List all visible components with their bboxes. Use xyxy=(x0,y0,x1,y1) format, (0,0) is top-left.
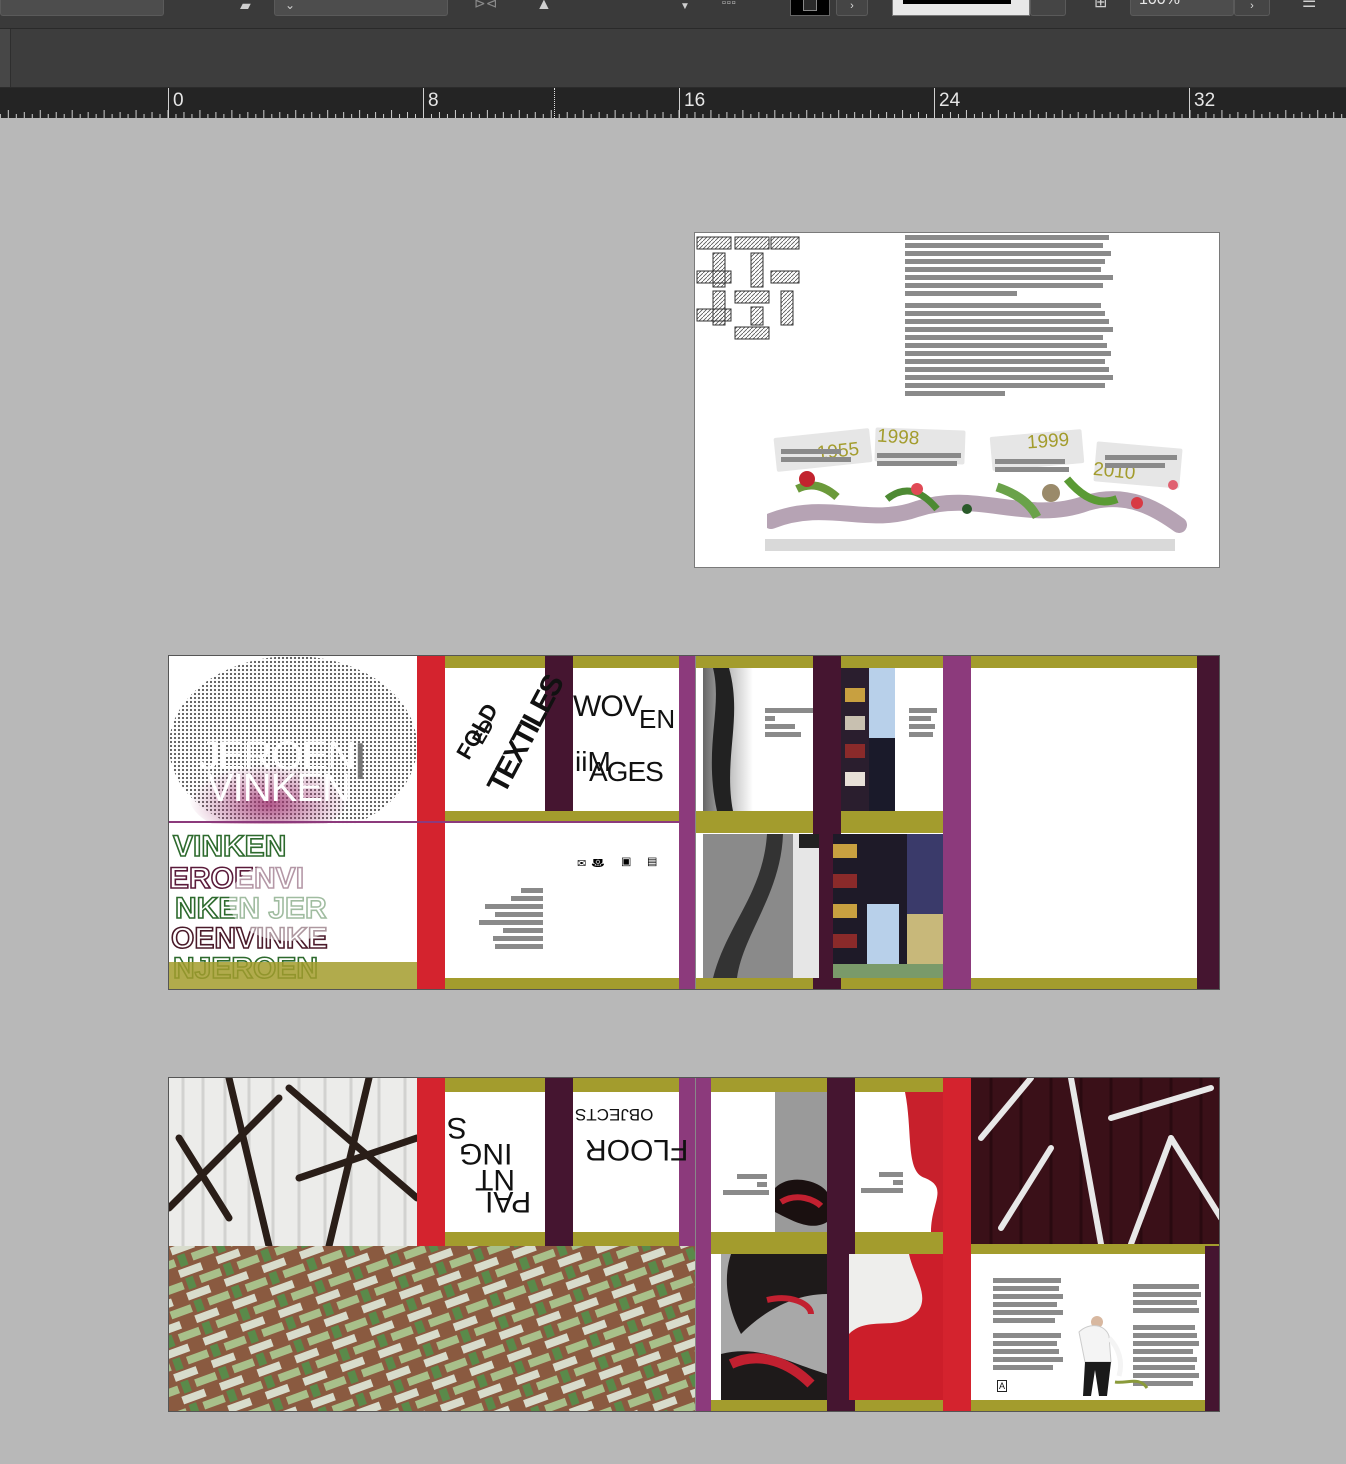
ruler-label-0: 0 xyxy=(173,90,184,111)
year-label: 1999 xyxy=(1026,429,1070,454)
web-icon: ▤ xyxy=(647,856,658,868)
olive-band xyxy=(445,978,695,989)
plum-band xyxy=(1205,1246,1219,1411)
ruler-major-tick xyxy=(679,88,680,118)
text-block-placeholder xyxy=(905,303,1115,399)
zoom-value: 100% xyxy=(1139,0,1180,9)
arrow-down-icon[interactable]: ▼ xyxy=(680,0,690,14)
plum-band xyxy=(545,1078,573,1246)
swatch-menu-button[interactable]: › xyxy=(836,0,868,16)
ruler-label-24: 24 xyxy=(939,90,961,111)
document-tab-bar xyxy=(0,29,1346,88)
ruler-label-32: 32 xyxy=(1194,90,1216,111)
title-woven-en: EN xyxy=(639,704,676,734)
red-band xyxy=(417,656,445,989)
text-block-placeholder xyxy=(905,235,1115,299)
red-band xyxy=(943,1078,971,1411)
curtain-photo xyxy=(169,1078,417,1246)
title-paintings-pai: PAI xyxy=(485,1185,532,1218)
shear-icon[interactable]: ▰ xyxy=(240,0,251,12)
logo-mark: A xyxy=(997,1380,1008,1392)
magenta-band xyxy=(695,1078,711,1411)
spine-line xyxy=(695,1078,696,1411)
panel-blank xyxy=(971,668,1197,978)
panel-rug-photo xyxy=(721,1254,827,1400)
cover-title-line2: VINKEN xyxy=(207,766,351,810)
title-woven: WOV xyxy=(573,690,643,723)
upside-down-icons: ✉ ☎ ▣ ▤ xyxy=(577,852,669,872)
artist-photo xyxy=(1078,1316,1149,1396)
title-objects: OBJECTS xyxy=(575,1105,654,1124)
ruler-label-16: 16 xyxy=(684,90,706,111)
branch-collage-image xyxy=(767,471,1187,533)
control-panel-toolbar: ▰ ⌄ ⊳⊲ ▲ ▼ ▫▫▫ › ⊞ 100% › ☰ xyxy=(0,0,1346,29)
stroke-weight-preview[interactable] xyxy=(892,0,1030,16)
bio-text-placeholder xyxy=(993,1278,1063,1373)
red-band xyxy=(417,1078,445,1246)
magenta-band xyxy=(943,656,971,989)
spine-line xyxy=(695,656,696,989)
weave-pattern-image xyxy=(695,233,803,345)
red-painting-photo xyxy=(905,1092,943,1232)
zoom-menu-button[interactable]: › xyxy=(1234,0,1270,16)
svg-text:VINKEN: VINKEN xyxy=(173,830,286,863)
magenta-band xyxy=(679,656,695,989)
reference-field[interactable] xyxy=(0,0,164,16)
panel-edge xyxy=(0,29,11,87)
cover-image: VINKEN EROENVI NKEN JER OENVINKE NJEROEN xyxy=(169,656,417,989)
ruler-guide-marker xyxy=(554,88,555,118)
ruler-major-tick xyxy=(423,88,424,118)
title-images-ages: AGES xyxy=(589,756,664,787)
distribute-icon[interactable]: ▫▫▫ xyxy=(722,0,737,10)
page-timeline[interactable]: 1955 1998 1999 2010 xyxy=(694,232,1220,568)
chevron-down-icon: ⌄ xyxy=(285,0,296,12)
caption-placeholder xyxy=(877,453,963,469)
plum-band xyxy=(1197,656,1219,989)
spread-paintings[interactable]: S ING NT PAI OBJECTS FLOOR A xyxy=(168,1077,1220,1412)
stroke-swatch-icon xyxy=(803,0,817,11)
shadow-band xyxy=(765,539,1175,551)
fill-swatch[interactable] xyxy=(790,0,830,16)
envelope-icon: ✉ xyxy=(577,856,587,868)
panel-red-painting xyxy=(855,1092,943,1232)
stroke-style-dropdown[interactable]: ⌄ xyxy=(274,0,448,16)
panel-textile-photo-2 xyxy=(833,834,943,978)
cover-mark: I xyxy=(353,733,368,791)
branch-photo-large xyxy=(703,834,819,978)
rug-photo-large xyxy=(721,1254,827,1400)
panel-branch-photo-2 xyxy=(703,834,819,978)
spread-folded-textiles[interactable]: VINKEN EROENVI NKEN JER OENVINKE NJEROEN… xyxy=(168,655,1220,990)
stroke-line-sample xyxy=(903,0,1011,4)
panel-red-painting-large xyxy=(849,1254,943,1400)
caption-placeholder xyxy=(765,708,815,740)
frame-fitting-icon[interactable]: ⊞ xyxy=(1094,0,1107,11)
caption-placeholder xyxy=(861,1172,905,1196)
arrow-up-icon[interactable]: ▲ xyxy=(536,0,552,13)
curtain-textile-photo xyxy=(833,834,943,978)
ruler-label-8: 8 xyxy=(428,90,439,111)
caption-placeholder xyxy=(781,449,861,465)
contents-list-placeholder xyxy=(473,888,543,952)
settings-icon[interactable]: ☰ xyxy=(1302,0,1316,11)
stroke-dropdown-button[interactable] xyxy=(1030,0,1066,16)
rug-photo xyxy=(775,1092,827,1232)
ruler-major-tick xyxy=(1189,88,1190,118)
ruler-ticks xyxy=(0,110,1343,118)
dark-curtain-photo xyxy=(971,1078,1219,1244)
zoom-field[interactable]: 100% xyxy=(1130,0,1234,16)
caption-placeholder xyxy=(909,708,943,740)
year-label: 1998 xyxy=(876,425,920,450)
title-floor: FLOOR xyxy=(585,1133,689,1166)
red-painting-large-photo xyxy=(849,1254,943,1400)
woven-pattern-image xyxy=(169,1246,695,1411)
document-icon: ▣ xyxy=(621,856,632,868)
flip-horizontal-icon[interactable]: ⊳⊲ xyxy=(474,0,497,10)
panel-painting-detail xyxy=(711,1092,827,1232)
horizontal-ruler[interactable]: 0 8 16 24 32 xyxy=(0,88,1346,118)
caption-placeholder xyxy=(723,1174,773,1198)
ruler-major-tick xyxy=(934,88,935,118)
phone-icon: ☎ xyxy=(591,856,605,868)
ruler-major-tick xyxy=(168,88,169,118)
